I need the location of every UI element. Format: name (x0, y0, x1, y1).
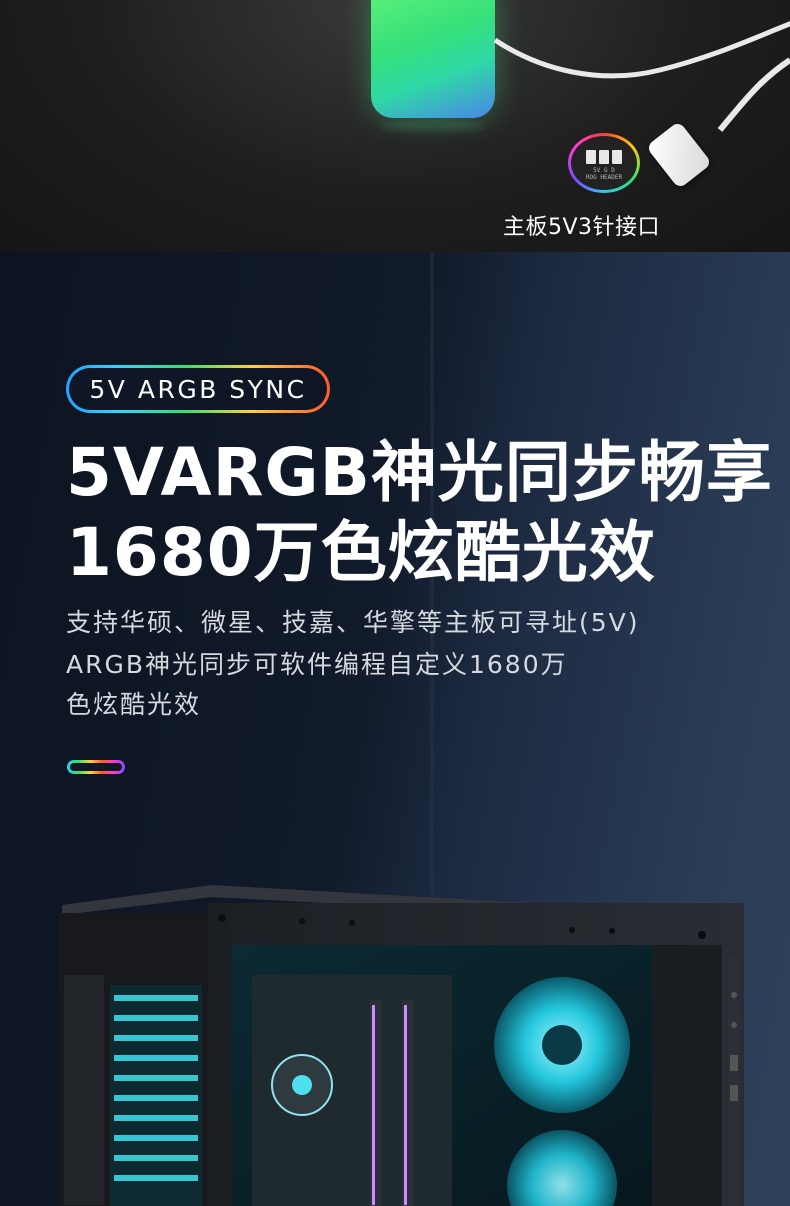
headline-line-2: 1680万色炫酷光效 (66, 514, 656, 591)
argb-sync-tag-label: 5V ARGB SYNC (69, 368, 327, 410)
description-line-3: 色炫酷光效 (66, 690, 202, 719)
rgb-divider-bar (67, 760, 125, 774)
product-top-section: 5V G D ROG HEADER 主板5V3针接口 (0, 0, 790, 252)
product-main-section: 5V ARGB SYNC 5VARGB神光同步畅享 1680万色炫酷光效 支持华… (0, 252, 790, 1206)
argb-sync-tag: 5V ARGB SYNC (66, 365, 330, 413)
headline-line-1: 5VARGB神光同步畅享 (66, 434, 773, 511)
description-line-2: ARGB神光同步可软件编程自定义1680万 (66, 650, 568, 679)
description-line-1: 支持华硕、微星、技嘉、华擎等主板可寻址(5V) (66, 608, 640, 637)
rog-header-icon: 5V G D ROG HEADER (568, 133, 640, 193)
pc-case-image (52, 885, 752, 1206)
connector-caption: 主板5V3针接口 (503, 215, 661, 240)
header-badge-text: 5V G D ROG HEADER (585, 167, 623, 181)
